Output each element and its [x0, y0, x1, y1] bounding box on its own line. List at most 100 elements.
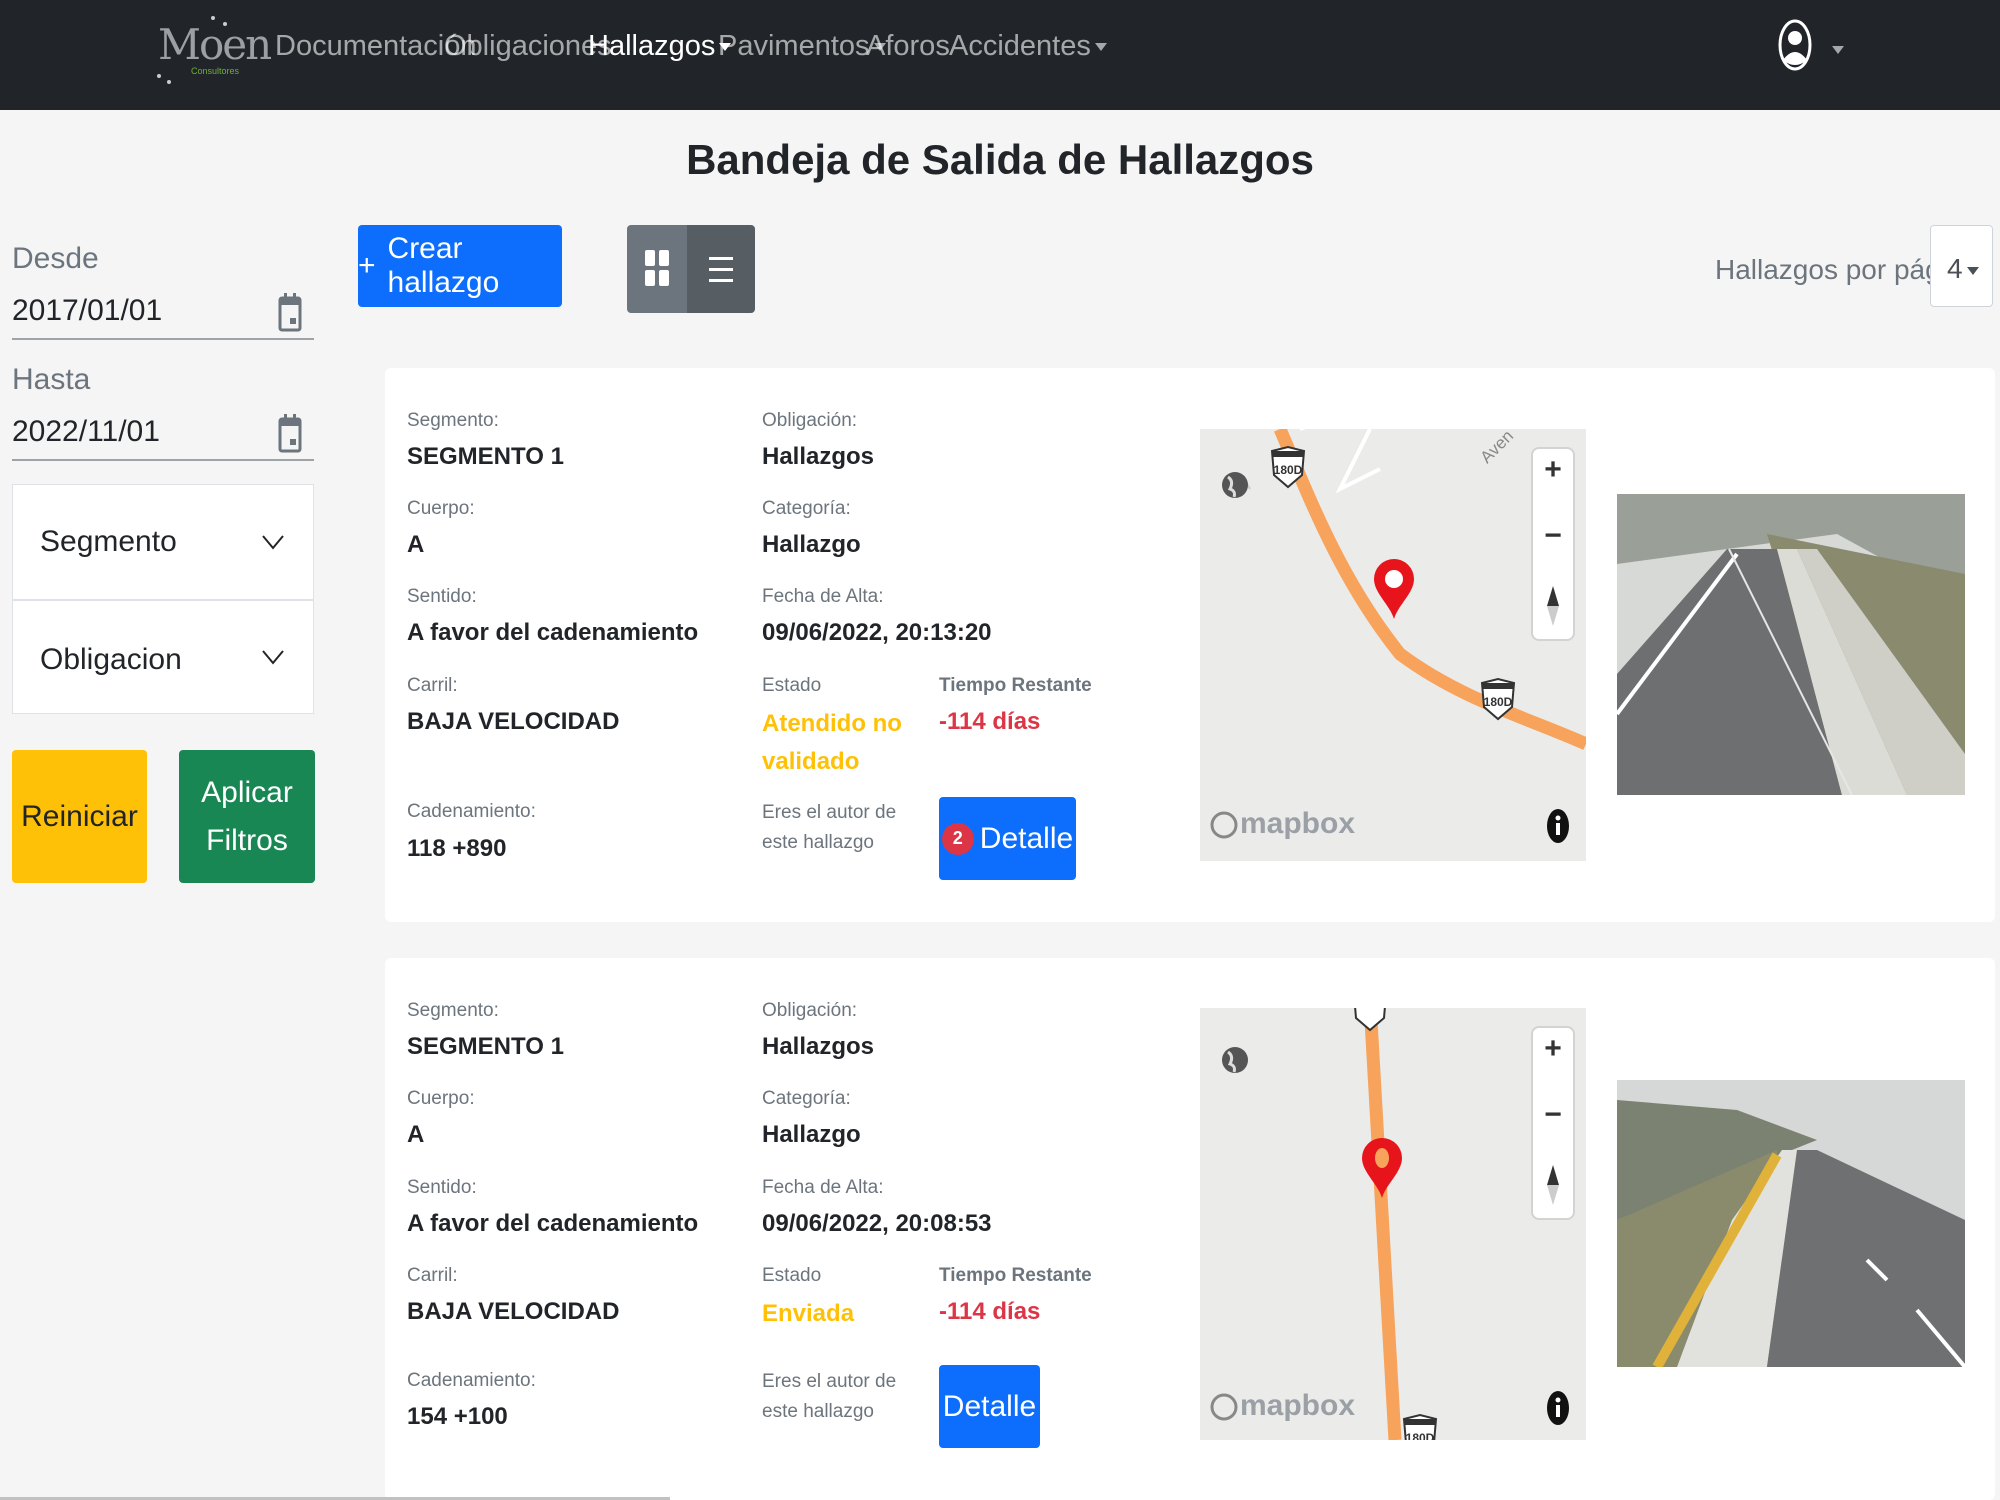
finding-photo[interactable] — [1617, 1080, 1965, 1367]
nav-hallazgos-label: Hallazgos — [588, 30, 716, 62]
nav-obligaciones[interactable]: Obligaciones — [444, 30, 612, 63]
detail-label: Detalle — [979, 821, 1074, 855]
created-value: 09/06/2022, 20:08:53 — [762, 1210, 992, 1237]
detail-button[interactable]: Detalle — [939, 1365, 1040, 1448]
user-avatar-icon[interactable] — [1778, 18, 1812, 72]
chainage-label: Cadenamiento: — [407, 801, 536, 822]
remaining-label: Tiempo Restante — [939, 1265, 1092, 1286]
mapbox-wordmark: mapbox — [1240, 1389, 1356, 1422]
segment-value: SEGMENTO 1 — [407, 1033, 564, 1060]
remaining-value: -114 días — [939, 1298, 1041, 1325]
direction-label: Sentido: — [407, 1177, 477, 1198]
zoom-out-icon[interactable]: − — [1533, 1098, 1573, 1132]
mapbox-logo-icon — [1210, 811, 1238, 839]
info-icon[interactable] — [1546, 1389, 1570, 1427]
location-map[interactable]: Aven 180D 180D + − mapbox — [1200, 429, 1586, 861]
chevron-down-icon — [262, 650, 284, 665]
segment-select-label: Segmento — [40, 525, 177, 558]
author-note: Eres el autor de este hallazgo — [762, 1371, 897, 1423]
finding-card: Segmento: SEGMENTO 1 Cuerpo: A Sentido: … — [385, 958, 1995, 1500]
category-label: Categoría: — [762, 1088, 851, 1109]
from-date-input[interactable]: 2017/01/01 — [12, 290, 314, 340]
finding-photo[interactable] — [1617, 494, 1965, 795]
location-map[interactable]: 180D + − mapbox — [1200, 1008, 1586, 1440]
from-date-value: 2017/01/01 — [12, 294, 163, 327]
road-photo — [1617, 1080, 1965, 1367]
map-canvas — [1229, 429, 1586, 750]
mapbox-logo-icon — [1210, 1393, 1238, 1421]
body-label: Cuerpo: — [407, 498, 475, 519]
calendar-icon[interactable] — [278, 292, 302, 332]
brand-tagline: Consultores — [191, 66, 240, 76]
info-icon[interactable] — [1546, 807, 1570, 845]
direction-value: A favor del cadenamiento — [407, 1210, 699, 1237]
reset-filters-button[interactable]: Reiniciar — [12, 750, 147, 883]
globe-icon[interactable] — [1220, 465, 1250, 505]
chevron-down-icon — [262, 535, 284, 550]
status-value: Atendido no validado — [762, 710, 902, 776]
per-page-select[interactable]: 4 — [1930, 225, 1993, 307]
to-date-label: Hasta — [12, 363, 91, 396]
direction-label: Sentido: — [407, 586, 477, 607]
segment-label: Segmento: — [407, 1000, 499, 1021]
page-title: Bandeja de Salida de Hallazgos — [686, 136, 1314, 183]
lane-value: BAJA VELOCIDAD — [407, 1298, 620, 1325]
segment-label: Segmento: — [407, 410, 499, 431]
highway-shield-label: 180D — [1405, 1431, 1435, 1440]
view-toggle-group — [627, 225, 755, 313]
globe-icon[interactable] — [1220, 1040, 1250, 1080]
obligation-value: Hallazgos — [762, 443, 875, 470]
author-note: Eres el autor de este hallazgo — [762, 802, 897, 854]
calendar-icon[interactable] — [278, 413, 302, 453]
zoom-in-icon[interactable]: + — [1533, 453, 1573, 487]
remaining-value: -114 días — [939, 708, 1041, 735]
apply-filters-button[interactable]: Aplicar Filtros — [179, 750, 315, 883]
chainage-value: 118 +890 — [407, 835, 507, 862]
obligation-label: Obligación: — [762, 410, 858, 431]
location-pin-icon — [1374, 559, 1414, 619]
compass-icon[interactable] — [1545, 1163, 1561, 1207]
status-label: Estado — [762, 1265, 822, 1286]
brand-logo[interactable]: Moen Consultores — [155, 14, 272, 84]
user-menu-caret-icon[interactable] — [1832, 46, 1844, 54]
status-value: Enviada — [762, 1300, 855, 1327]
brand-name: Moen — [158, 20, 272, 69]
nav-pavimentos[interactable]: Pavimentos — [718, 30, 886, 63]
to-date-value: 2022/11/01 — [12, 415, 160, 448]
obligation-label: Obligación: — [762, 1000, 858, 1021]
created-label: Fecha de Alta: — [762, 1177, 884, 1198]
create-finding-button[interactable]: + Crear hallazgo — [358, 225, 562, 307]
location-pin-icon — [1362, 1138, 1402, 1198]
created-label: Fecha de Alta: — [762, 586, 884, 607]
caret-down-icon — [1094, 43, 1107, 52]
obligation-select[interactable]: Obligacion — [12, 600, 314, 714]
remaining-label: Tiempo Restante — [939, 675, 1092, 696]
nav-pavimentos-label: Pavimentos — [718, 30, 870, 62]
segment-select[interactable]: Segmento — [12, 484, 314, 600]
compass-icon[interactable] — [1545, 584, 1561, 628]
category-value: Hallazgo — [762, 1121, 861, 1148]
nav-hallazgos[interactable]: Hallazgos — [588, 30, 732, 63]
segment-value: SEGMENTO 1 — [407, 443, 564, 470]
zoom-in-icon[interactable]: + — [1533, 1032, 1573, 1066]
nav-accidentes[interactable]: Accidentes — [949, 30, 1107, 63]
road-photo — [1617, 494, 1965, 795]
map-canvas — [1363, 1008, 1402, 1440]
nav-aforos[interactable]: Aforos — [866, 30, 950, 63]
per-page-value: 4 — [1947, 253, 1963, 284]
highway-shield-icon — [1354, 1008, 1386, 1032]
list-view-button[interactable] — [687, 225, 755, 313]
grid-view-button[interactable] — [627, 225, 687, 313]
mapbox-wordmark: mapbox — [1240, 807, 1356, 840]
highway-shield-label: 180D — [1483, 695, 1513, 709]
zoom-out-icon[interactable]: − — [1533, 519, 1573, 553]
finding-card: Segmento: SEGMENTO 1 Cuerpo: A Sentido: … — [385, 368, 1995, 922]
created-value: 09/06/2022, 20:13:20 — [762, 619, 992, 646]
highway-shield-label: 180D — [1273, 463, 1303, 477]
nav-accidentes-label: Accidentes — [949, 30, 1091, 62]
body-value: A — [407, 531, 425, 558]
chainage-label: Cadenamiento: — [407, 1370, 536, 1391]
to-date-input[interactable]: 2022/11/01 — [12, 411, 314, 461]
caret-down-icon — [1966, 266, 1979, 275]
detail-button[interactable]: 2 Detalle — [939, 797, 1076, 880]
